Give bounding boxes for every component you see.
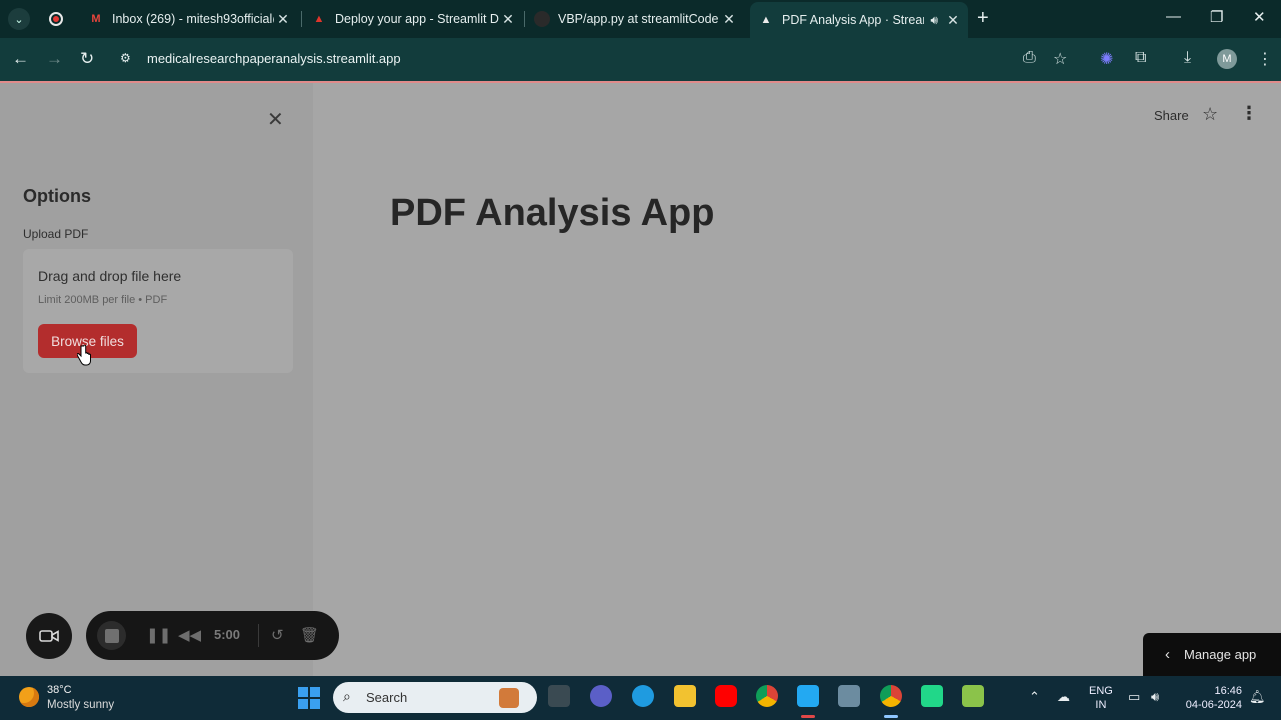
dropzone-title: Drag and drop file here: [38, 268, 182, 284]
active-indicator: [801, 715, 815, 718]
extension-icon[interactable]: ✺: [1100, 49, 1113, 69]
speaker-icon[interactable]: 🔊︎: [930, 13, 938, 28]
chevron-down-icon: ⌄: [14, 13, 24, 26]
pause-icon[interactable]: ❚❚: [146, 626, 171, 644]
forward-icon[interactable]: →: [46, 49, 63, 69]
windows-start-icon[interactable]: [298, 687, 320, 709]
browser-tab-strip: ⌄ M Inbox (269) - mitesh93official@ ✕ ▲ …: [0, 0, 1281, 38]
tab-streamlit-docs[interactable]: ▲ Deploy your app - Streamlit Do ✕: [303, 4, 523, 34]
tab-search-button[interactable]: ⌄: [8, 8, 30, 30]
divider: [258, 624, 259, 647]
rewind-icon[interactable]: ◀◀: [178, 626, 201, 644]
task-view-icon[interactable]: [548, 685, 570, 707]
page-title: PDF Analysis App: [390, 192, 715, 234]
tab-separator: [301, 11, 302, 27]
delete-icon[interactable]: 🗑︎: [300, 626, 319, 644]
dropzone-limit: Limit 200MB per file • PDF: [38, 294, 168, 306]
language-code: ENG: [1089, 685, 1113, 697]
pycharm-icon[interactable]: [921, 685, 943, 707]
share-button[interactable]: Share: [1154, 108, 1189, 123]
browser-toolbar: ← → ↻ ⚙ medicalresearchpaperanalysis.str…: [0, 38, 1281, 81]
weather-condition: Mostly sunny: [47, 699, 115, 711]
minimize-icon[interactable]: —: [1166, 8, 1181, 25]
vscode-icon[interactable]: [797, 685, 819, 707]
weather-temperature: 38°C: [47, 684, 72, 696]
tab-close-icon[interactable]: ✕: [944, 12, 962, 29]
recorder-controls: ❚❚ ◀◀ 5:00 ↺ 🗑︎: [86, 611, 339, 660]
hand-cursor-icon: [77, 345, 91, 366]
downloads-icon[interactable]: ⤓: [1184, 49, 1191, 67]
region-code: IN: [1095, 699, 1107, 711]
system-clock[interactable]: 16:46 04-06-2024: [1182, 684, 1242, 712]
tab-github[interactable]: VBP/app.py at streamlitCode · r ✕: [526, 4, 744, 34]
tab-title: PDF Analysis App · Streamlit: [782, 13, 924, 27]
recording-indicator-icon: [49, 12, 63, 26]
clock-time: 16:46: [1214, 685, 1242, 697]
site-info-icon[interactable]: ⚙: [120, 51, 134, 65]
back-icon[interactable]: ←: [12, 49, 29, 69]
tab-gmail[interactable]: M Inbox (269) - mitesh93official@ ✕: [80, 4, 298, 34]
streamlit-icon: ▲: [760, 14, 772, 26]
active-indicator: [884, 715, 898, 718]
github-icon: [534, 11, 550, 27]
clock-date: 04-06-2024: [1185, 699, 1242, 711]
volume-icon[interactable]: 🔊︎: [1151, 689, 1159, 705]
notepad-icon[interactable]: [962, 685, 984, 707]
video-camera-icon: [39, 630, 59, 642]
chrome-icon[interactable]: [756, 685, 778, 707]
search-icon: ⌕: [343, 688, 351, 704]
show-hidden-icons[interactable]: ⌃: [1029, 689, 1040, 705]
close-window-icon[interactable]: ✕: [1253, 8, 1266, 26]
tab-title: VBP/app.py at streamlitCode · r: [558, 12, 720, 26]
search-placeholder: Search: [366, 690, 408, 705]
tab-pdf-analysis[interactable]: ▲ PDF Analysis App · Streamlit 🔊︎ ✕: [750, 2, 968, 38]
chrome-profile-icon[interactable]: [880, 685, 902, 707]
file-dropzone[interactable]: Drag and drop file here Limit 200MB per …: [23, 249, 293, 373]
favorite-star-icon[interactable]: ☆: [1202, 104, 1218, 125]
recording-timer: 5:00: [214, 627, 241, 642]
restore-icon[interactable]: ❐: [1210, 8, 1223, 26]
network-icon[interactable]: ☁: [1057, 689, 1070, 705]
chevron-left-icon: ‹: [1165, 646, 1170, 663]
tab-title: Inbox (269) - mitesh93official@: [112, 12, 274, 26]
close-sidebar-icon[interactable]: ✕: [267, 107, 284, 132]
chat-icon[interactable]: [590, 685, 612, 707]
file-explorer-icon[interactable]: [674, 685, 696, 707]
tab-close-icon[interactable]: ✕: [274, 11, 292, 28]
tab-close-icon[interactable]: ✕: [499, 11, 517, 28]
gmail-icon: M: [91, 13, 101, 25]
sidebar-title: Options: [23, 186, 91, 206]
reload-icon[interactable]: ↻: [80, 49, 94, 69]
extensions-puzzle-icon[interactable]: ⧉: [1135, 49, 1146, 67]
weather-sun-icon[interactable]: [19, 687, 39, 707]
manage-app-button[interactable]: ‹ Manage app: [1143, 633, 1281, 676]
stop-recording-button[interactable]: [97, 621, 126, 650]
terminal-icon[interactable]: [838, 685, 860, 707]
profile-avatar[interactable]: M: [1217, 49, 1237, 69]
tab-close-icon[interactable]: ✕: [720, 11, 738, 28]
search-highlight-icon: [499, 688, 519, 708]
upload-label: Upload PDF: [23, 227, 89, 241]
url-text[interactable]: medicalresearchpaperanalysis.streamlit.a…: [147, 51, 401, 66]
browser-menu-icon[interactable]: ⋮: [1257, 49, 1273, 69]
edge-browser-icon[interactable]: [632, 685, 654, 707]
streamlit-icon: ▲: [313, 13, 325, 25]
install-app-icon[interactable]: ⎙: [1023, 49, 1036, 67]
notification-bell-icon[interactable]: 🔔︎: [1249, 689, 1266, 705]
taskbar-search[interactable]: ⌕ Search: [333, 682, 537, 713]
display-icon[interactable]: ▭: [1128, 689, 1140, 705]
app-sidebar: ✕ Options Upload PDF Drag and drop file …: [0, 83, 313, 676]
tab-separator: [524, 11, 525, 27]
tab-title: Deploy your app - Streamlit Do: [335, 12, 499, 26]
restart-icon[interactable]: ↺: [271, 626, 284, 644]
youtube-icon[interactable]: [715, 685, 737, 707]
main-menu-icon[interactable]: ⋮: [1240, 103, 1258, 124]
new-tab-button[interactable]: +: [977, 8, 989, 28]
manage-app-label: Manage app: [1184, 647, 1257, 662]
app-main: Share ☆ ⋮ PDF Analysis App: [313, 83, 1281, 676]
camera-toggle-button[interactable]: [26, 613, 72, 659]
os-taskbar: 38°C Mostly sunny ⌕ Search ⌃ ☁ ENG IN ▭ …: [0, 676, 1281, 720]
bookmark-star-icon[interactable]: ☆: [1053, 49, 1067, 69]
language-indicator[interactable]: ENG IN: [1089, 684, 1113, 712]
